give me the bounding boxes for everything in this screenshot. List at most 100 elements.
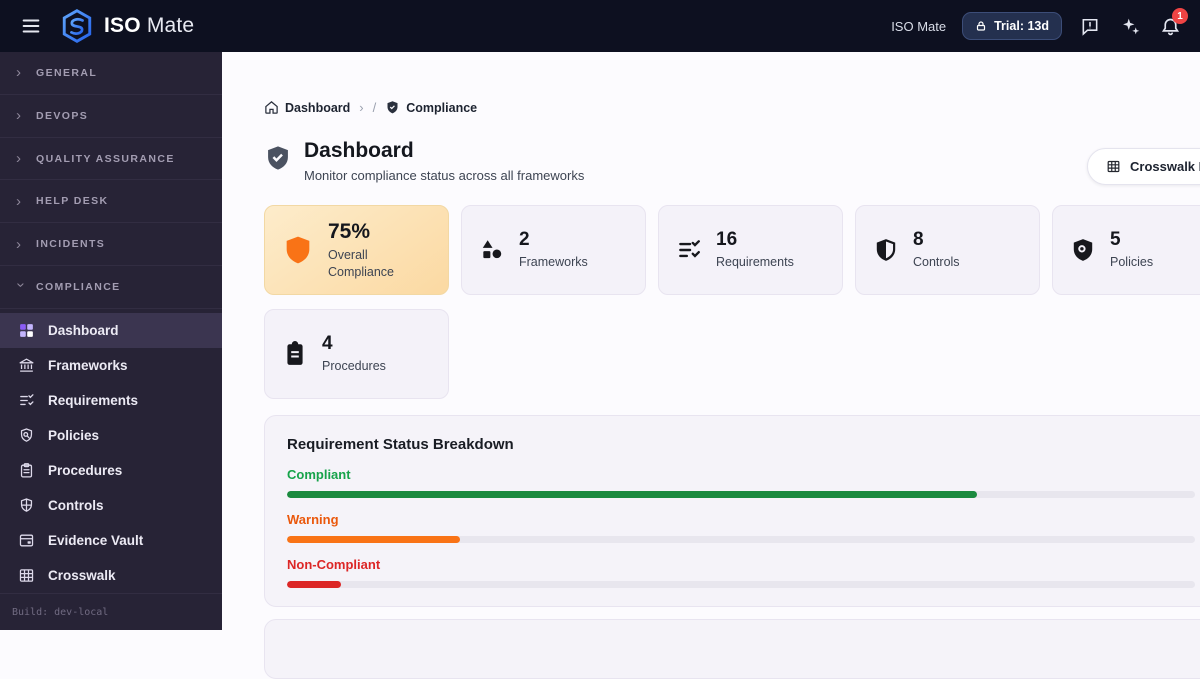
page-header: Dashboard Monitor compliance status acro… [264, 139, 1200, 183]
stat-card-procedures: 4 Procedures [264, 309, 449, 399]
breadcrumb-slash: / [372, 100, 377, 115]
stat-card-overall-compliance: 75% Overall Compliance [264, 205, 449, 295]
dashboard-grid-icon [18, 322, 35, 339]
org-name: ISO Mate [891, 18, 947, 34]
table-grid-icon [1106, 159, 1121, 174]
clipboard-icon [281, 340, 309, 368]
requirement-status-breakdown-panel: Requirement Status Breakdown Compliant W… [264, 415, 1200, 607]
sparkles-icon[interactable] [1118, 14, 1142, 38]
panel-title: Requirement Status Breakdown [287, 436, 514, 453]
shield-icon [872, 236, 900, 264]
shield-check-badge-icon [268, 146, 288, 170]
sidebar-section-incidents[interactable]: › INCIDENTS [0, 223, 222, 267]
sidebar-item-requirements[interactable]: Requirements [0, 383, 222, 418]
main-content: Dashboard › / Compliance Dashboard Monit… [222, 52, 1200, 679]
sidebar-item-controls[interactable]: Controls [0, 488, 222, 523]
breakdown-row-non-compliant: Non-Compliant [287, 557, 1195, 588]
clipboard-icon [18, 462, 35, 479]
section-label: INCIDENTS [36, 238, 106, 251]
sidebar-item-label: Frameworks [48, 357, 128, 373]
progress-track [287, 536, 1195, 543]
sidebar-item-policies[interactable]: Policies [0, 418, 222, 453]
stat-label: Requirements [716, 255, 794, 270]
hamburger-menu-icon[interactable] [18, 13, 44, 39]
chevron-right-icon: › [359, 100, 364, 115]
breadcrumb-home-label: Dashboard [285, 100, 351, 115]
notifications-bell-icon[interactable]: 1 [1158, 8, 1188, 38]
crosswalk-matrix-label: Crosswalk Matrix [1130, 159, 1200, 174]
sidebar-item-label: Evidence Vault [48, 532, 144, 548]
breakdown-row-compliant: Compliant [287, 467, 1195, 498]
sidebar-section-compliance[interactable]: › COMPLIANCE [0, 266, 222, 309]
breadcrumb-compliance[interactable]: Compliance [385, 100, 477, 115]
chevron-right-icon: › [16, 192, 21, 210]
stat-label: Controls [913, 255, 960, 270]
shield-search-icon [1069, 236, 1097, 264]
breakdown-row-warning: Warning [287, 512, 1195, 543]
sidebar-item-label: Requirements [48, 392, 139, 408]
sidebar-item-label: Controls [48, 497, 104, 513]
chevron-right-icon: › [16, 107, 21, 125]
sidebar-item-label: Procedures [48, 462, 123, 478]
sidebar-section-help-desk[interactable]: › HELP DESK [0, 180, 222, 224]
progress-fill [287, 536, 460, 543]
breadcrumb-dashboard[interactable]: Dashboard [264, 100, 350, 115]
feedback-icon[interactable] [1078, 14, 1102, 38]
stat-cards: 75% Overall Compliance 2 Frameworks 16 R… [264, 205, 1200, 399]
progress-track [287, 581, 1195, 588]
stat-card-policies: 5 Policies [1052, 205, 1200, 295]
lock-icon [977, 21, 986, 31]
app-logo[interactable]: ISO Mate [60, 9, 194, 43]
trial-label: Trial: 13d [994, 19, 1049, 33]
sidebar-section-quality-assurance[interactable]: › QUALITY ASSURANCE [0, 138, 222, 181]
stat-value: 8 [913, 229, 924, 251]
stat-label: Policies [1110, 255, 1154, 270]
logo-text-bold: ISO [104, 14, 141, 37]
section-label: HELP DESK [36, 195, 109, 208]
logo-text-light: Mate [146, 14, 195, 37]
shield-check-icon [385, 100, 400, 115]
shapes-icon [478, 236, 506, 264]
sidebar-item-evidence-vault[interactable]: Evidence Vault [0, 523, 222, 558]
logo-text: ISO Mate [104, 14, 194, 38]
topbar: ISO Mate ISO Mate Trial: 13d 1 [0, 0, 1200, 52]
stat-card-frameworks: 2 Frameworks [461, 205, 646, 295]
sidebar-item-label: Policies [48, 427, 100, 443]
build-label: Build: dev-local [12, 607, 109, 618]
chevron-right-icon: › [16, 150, 21, 168]
sidebar-item-dashboard[interactable]: Dashboard [0, 312, 222, 348]
breakdown-label: Compliant [287, 467, 351, 482]
next-panel-partial [264, 619, 1200, 679]
chevron-right-icon: › [16, 64, 21, 82]
progress-fill [287, 581, 342, 588]
stat-card-requirements: 16 Requirements [658, 205, 843, 295]
sidebar-item-crosswalk[interactable]: Crosswalk [0, 558, 222, 593]
section-label: DEVOPS [36, 109, 89, 122]
shield-search-icon [18, 427, 35, 444]
sidebar-item-label: Crosswalk [48, 567, 116, 583]
sidebar-section-general[interactable]: › GENERAL [0, 52, 222, 95]
breadcrumb-current-label: Compliance [406, 100, 478, 115]
stat-label: Procedures [322, 359, 386, 374]
breakdown-label: Warning [287, 512, 339, 527]
shield-icon [18, 497, 35, 514]
compliance-subnav: Dashboard Frameworks Requirements Polici… [0, 309, 222, 593]
chevron-down-icon: › [12, 282, 30, 288]
page-title: Dashboard [304, 139, 414, 162]
progress-fill [287, 491, 978, 498]
trial-badge[interactable]: Trial: 13d [962, 12, 1062, 40]
sidebar-item-procedures[interactable]: Procedures [0, 453, 222, 488]
stat-value: 16 [716, 229, 738, 251]
section-label: COMPLIANCE [36, 281, 121, 294]
crosswalk-matrix-button[interactable]: Crosswalk Matrix [1087, 148, 1200, 185]
sidebar-footer: Build: dev-local [0, 593, 222, 630]
notification-count-badge: 1 [1172, 8, 1188, 24]
stat-label: Overall Compliance [328, 248, 395, 279]
sidebar-item-frameworks[interactable]: Frameworks [0, 348, 222, 383]
chevron-right-icon: › [16, 235, 21, 253]
shield-icon [281, 233, 315, 267]
home-icon [264, 100, 279, 115]
sidebar-section-devops[interactable]: › DEVOPS [0, 95, 222, 138]
sidebar: › GENERAL › DEVOPS › QUALITY ASSURANCE ›… [0, 52, 222, 630]
list-check-icon [675, 236, 703, 264]
